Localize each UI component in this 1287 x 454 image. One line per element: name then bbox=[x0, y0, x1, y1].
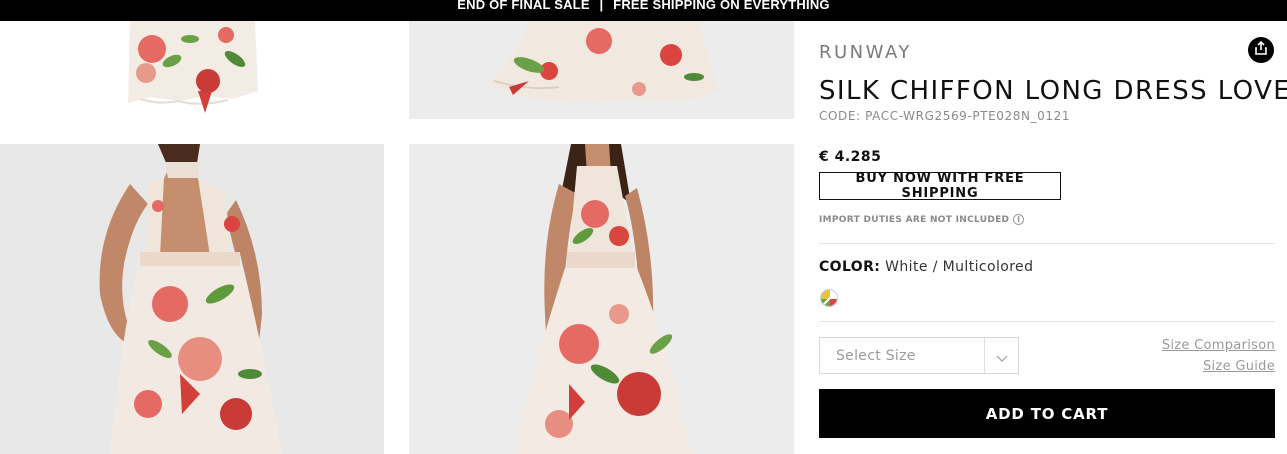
color-label: COLOR: bbox=[819, 259, 881, 275]
duties-note-text: IMPORT DUTIES ARE NOT INCLUDED bbox=[819, 214, 1010, 225]
info-icon[interactable]: i bbox=[1013, 214, 1025, 225]
color-swatch-icon[interactable] bbox=[820, 289, 838, 307]
size-comparison-link[interactable]: Size Comparison bbox=[1162, 338, 1275, 353]
size-select-placeholder: Select Size bbox=[836, 348, 916, 364]
product-photo-3[interactable] bbox=[0, 144, 384, 454]
color-value: White / Multicolored bbox=[885, 259, 1034, 275]
chevron-down-icon bbox=[996, 350, 1008, 368]
product-title: SILK CHIFFON LONG DRESS LOVE bbox=[819, 76, 1287, 106]
product-price: € 4.285 bbox=[819, 149, 882, 165]
duties-note: IMPORT DUTIES ARE NOT INCLUDED i bbox=[819, 214, 1025, 225]
collection-label: RUNWAY bbox=[819, 42, 912, 63]
size-guide-link[interactable]: Size Guide bbox=[1203, 359, 1275, 374]
add-to-cart-button[interactable]: ADD TO CART bbox=[819, 389, 1275, 438]
color-info: COLOR: White / Multicolored bbox=[819, 259, 1033, 275]
divider bbox=[819, 243, 1275, 244]
product-code: CODE: PACC-WRG2569-PTE028N_0121 bbox=[819, 109, 1071, 123]
product-detail-panel: RUNWAY SILK CHIFFON LONG DRESS LOVE CODE… bbox=[819, 21, 1287, 454]
announcement-separator: | bbox=[599, 0, 604, 12]
size-select[interactable]: Select Size bbox=[819, 337, 1019, 374]
product-photo-4[interactable] bbox=[409, 144, 794, 454]
announcement-shipping-text: FREE SHIPPING ON EVERYTHING bbox=[613, 0, 830, 12]
buy-now-button[interactable]: BUY NOW WITH FREE SHIPPING bbox=[819, 171, 1061, 201]
divider bbox=[819, 321, 1275, 322]
share-button[interactable] bbox=[1248, 37, 1274, 63]
product-photo-1[interactable] bbox=[0, 21, 384, 119]
announcement-sale-text: END OF FINAL SALE bbox=[457, 0, 590, 12]
share-icon bbox=[1254, 40, 1268, 60]
product-photo-2[interactable] bbox=[409, 21, 794, 119]
announcement-bar: END OF FINAL SALE | FREE SHIPPING ON EVE… bbox=[0, 0, 1287, 21]
